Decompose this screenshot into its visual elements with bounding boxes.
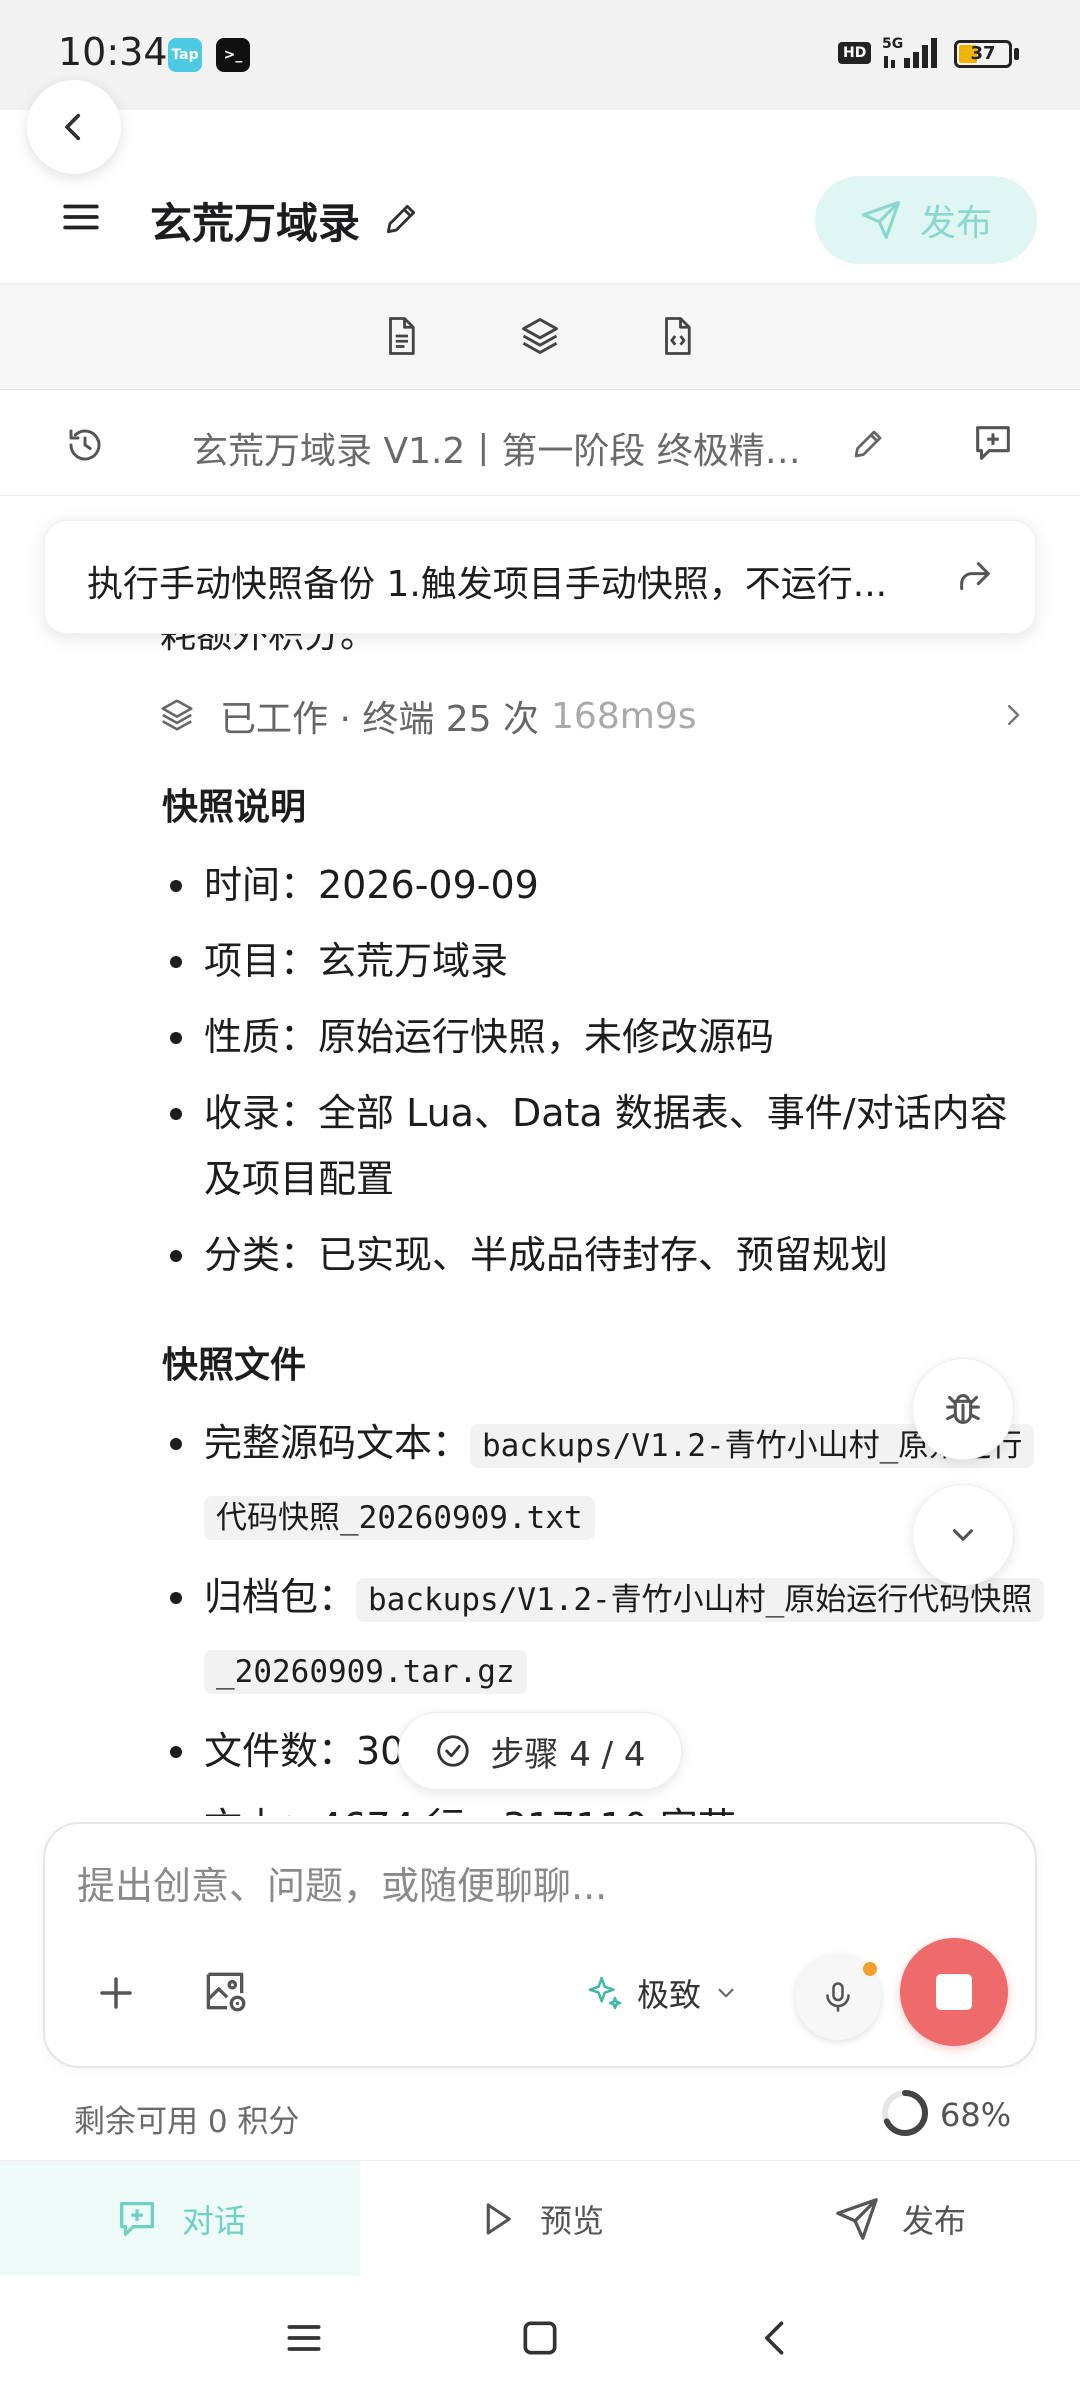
chevron-left-icon	[65, 113, 81, 141]
status-time: 10:34	[58, 30, 168, 74]
pencil-icon[interactable]	[850, 426, 886, 462]
list-item: 文本：4674 行，317110 字节	[162, 1794, 1042, 1816]
terminal-app-icon: >_	[216, 38, 250, 72]
menu-icon[interactable]	[60, 196, 102, 238]
back-button[interactable]	[27, 80, 121, 174]
section-heading: 快照说明	[162, 787, 307, 828]
chat-content[interactable]: 耗额外积分。 已工作 · 终端 25 次 168m9s 快照说明 时间：2026…	[0, 496, 1080, 1816]
play-icon	[486, 2203, 511, 2235]
work-summary-label: 已工作 · 终端 25 次	[220, 699, 540, 740]
tab-publish[interactable]: 发布	[720, 2161, 1080, 2277]
notification-dot	[863, 1962, 877, 1976]
plus-icon[interactable]	[95, 1972, 137, 2014]
tab-publish-label: 发布	[901, 2202, 966, 2240]
list-item: 性质：原始运行快照，未修改源码	[162, 1004, 1042, 1070]
list-item: 归档包： backups/V1.2-青竹小山村_原始运行代码快照_20260909…	[162, 1564, 1045, 1708]
battery-icon: 37	[954, 40, 1012, 68]
layers-icon[interactable]	[518, 314, 562, 358]
version-bar: 玄荒万域录 V1.2丨第一阶段 终极精简...	[0, 390, 1080, 496]
tab-chat-label: 对话	[181, 2202, 246, 2240]
bug-icon	[946, 1394, 980, 1424]
microphone-button[interactable]	[795, 1954, 881, 2040]
image-settings-icon[interactable]	[200, 1966, 250, 2016]
publish-label: 发布	[919, 203, 992, 244]
message-input[interactable]	[77, 1864, 977, 1908]
remaining-credits: 剩余可用 0 积分	[74, 2104, 300, 2140]
message-composer: 极致	[43, 1822, 1037, 2068]
document-icon[interactable]	[380, 314, 422, 358]
chevron-down-icon	[718, 1988, 734, 1998]
mode-label: 极致	[637, 1976, 702, 2014]
check-circle-icon	[437, 1735, 470, 1767]
home-icon[interactable]	[518, 2316, 562, 2360]
send-icon	[861, 200, 901, 240]
tab-preview[interactable]: 预览	[360, 2161, 720, 2277]
code-file-icon[interactable]	[656, 314, 698, 358]
layers-icon	[161, 699, 193, 731]
hd-icon: HD	[838, 42, 872, 64]
usage-percent: 68%	[940, 2096, 1012, 2134]
network-type-label: 5G	[882, 36, 903, 52]
bottom-nav: 对话 预览 发布	[0, 2160, 1080, 2277]
step-indicator[interactable]: 步骤 4 / 4	[398, 1712, 682, 1790]
project-title: 玄荒万域录	[150, 199, 361, 248]
stop-icon	[936, 1974, 972, 2010]
snapshot-banner-text: 执行手动快照备份 1.触发项目手动快照，不运行...	[87, 564, 888, 605]
tab-chat[interactable]: 对话	[0, 2161, 360, 2277]
send-icon	[836, 2198, 878, 2240]
list-item: 分类：已实现、半成品待封存、预留规划	[162, 1222, 1042, 1288]
work-summary-row[interactable]: 已工作 · 终端 25 次 168m9s	[158, 686, 1028, 746]
system-nav-bar	[0, 2276, 1080, 2401]
version-title[interactable]: 玄荒万域录 V1.2丨第一阶段 终极精简...	[192, 422, 832, 474]
section-heading: 快照文件	[162, 1345, 307, 1386]
recent-apps-icon[interactable]	[282, 2316, 326, 2360]
usage-progress-ring	[882, 2090, 928, 2136]
snapshot-banner[interactable]: 执行手动快照备份 1.触发项目手动快照，不运行...	[44, 520, 1036, 634]
sparkle-icon	[588, 1976, 622, 2010]
signal-icon: 5G	[882, 36, 937, 68]
status-bar: 10:34 Tap >_ HD 5G 37	[0, 0, 1080, 110]
stop-generation-button[interactable]	[900, 1938, 1008, 2046]
chevron-right-icon	[1008, 705, 1020, 725]
chat-add-icon	[120, 2202, 154, 2236]
file-label: 完整源码文本：	[204, 1421, 471, 1465]
tab-preview-label: 预览	[539, 2202, 604, 2240]
scroll-down-button[interactable]	[912, 1484, 1014, 1586]
forward-icon[interactable]	[955, 557, 995, 597]
list-item: 时间：2026-09-09	[162, 852, 1042, 918]
file-label: 文本：4674 行，317110 字节	[204, 1805, 736, 1816]
tap-app-icon: Tap	[168, 38, 202, 72]
file-toolbar	[0, 284, 1080, 390]
pencil-icon[interactable]	[382, 200, 420, 238]
comment-add-icon[interactable]	[970, 420, 1016, 466]
publish-button[interactable]: 发布	[815, 176, 1037, 264]
snapshot-info-list: 时间：2026-09-09 项目：玄荒万域录 性质：原始运行快照，未修改源码 收…	[162, 852, 1042, 1298]
list-item: 收录：全部 Lua、Data 数据表、事件/对话内容及项目配置	[162, 1080, 1042, 1212]
history-icon[interactable]	[64, 424, 106, 466]
app-header: 玄荒万域录 发布	[0, 156, 1080, 284]
microphone-icon	[826, 1982, 850, 2012]
battery-level: 37	[970, 43, 996, 64]
battery-tip	[1014, 48, 1019, 60]
bug-report-button[interactable]	[912, 1358, 1014, 1460]
work-duration: 168m9s	[551, 695, 697, 737]
file-label: 归档包：	[204, 1575, 357, 1619]
mode-select[interactable]: 极致	[585, 1970, 739, 2016]
file-label: 文件数：30	[204, 1729, 405, 1773]
step-label: 步骤 4 / 4	[490, 1734, 646, 1775]
list-item: 项目：玄荒万域录	[162, 928, 1042, 994]
list-item: 完整源码文本： backups/V1.2-青竹小山村_原始运行代码快照_20260…	[162, 1410, 1042, 1554]
back-icon[interactable]	[754, 2316, 798, 2360]
chevron-down-icon	[952, 1529, 974, 1541]
